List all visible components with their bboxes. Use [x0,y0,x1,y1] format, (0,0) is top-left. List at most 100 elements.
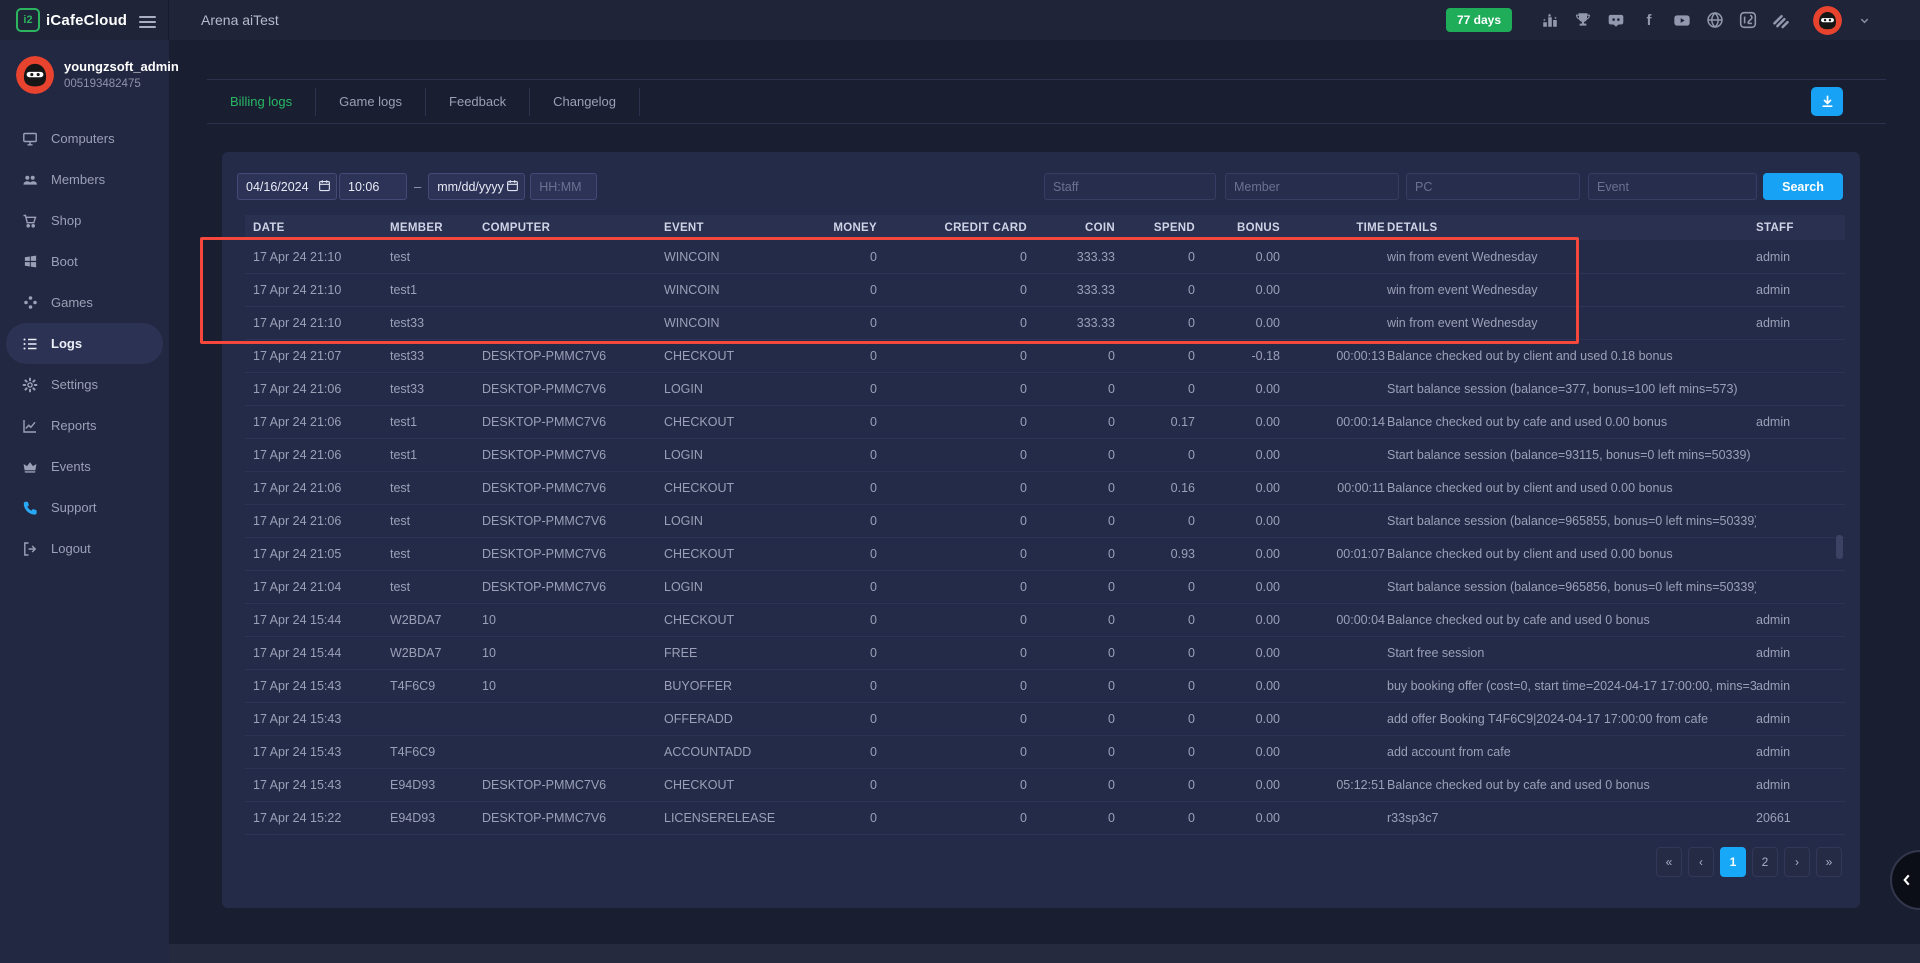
sidebar-item-label: Boot [51,254,78,269]
cell-details: Start balance session (balance=965856, b… [1387,580,1756,594]
discord-icon[interactable] [1607,11,1625,29]
chevron-down-icon[interactable] [1859,15,1870,26]
cell-computer: DESKTOP-PMMC7V6 [482,349,664,363]
chart-icon [22,418,38,434]
sidebar-item-boot[interactable]: Boot [0,241,169,282]
pagination-last-button[interactable]: » [1816,847,1842,877]
cell-bonus: 0.00 [1197,481,1282,495]
cell-credit-card: 0 [879,613,1029,627]
sidebar-item-label: Logout [51,541,91,556]
ranking-icon[interactable] [1541,11,1559,29]
cell-details: Balance checked out by client and used 0… [1387,481,1756,495]
tab-billing-logs[interactable]: Billing logs [207,94,315,109]
cell-event: FREE [664,646,784,660]
time-to-input[interactable] [530,173,597,200]
cell-money: 0 [784,778,879,792]
pagination-prev-button[interactable]: ‹ [1688,847,1714,877]
trophy-icon[interactable] [1574,11,1592,29]
tab-feedback[interactable]: Feedback [426,94,529,109]
cell-money: 0 [784,811,879,825]
cell-spend: 0 [1117,514,1197,528]
cell-details: Start balance session (balance=377, bonu… [1387,382,1756,396]
staff-filter-input[interactable] [1044,173,1216,200]
cell-credit-card: 0 [879,481,1029,495]
table-scrollbar-thumb[interactable] [1836,535,1843,559]
cell-date: 17 Apr 24 15:43 [253,679,390,693]
cell-member: E94D93 [390,811,482,825]
icafe-logo-icon[interactable] [1739,11,1757,29]
youtube-icon[interactable] [1673,11,1691,29]
sidebar-item-events[interactable]: Events [0,446,169,487]
pc-filter-input[interactable] [1406,173,1580,200]
cell-computer: 10 [482,613,664,627]
cell-staff: admin [1756,646,1837,660]
app-root: i2 iCafeCloud Arena aiTest 77 days f [0,0,1920,963]
download-button[interactable] [1811,87,1843,116]
date-to-input[interactable] [428,173,525,200]
bottom-scrollbar-track[interactable] [0,944,1920,963]
cell-coin: 0 [1029,745,1117,759]
cell-bonus: 0.00 [1197,580,1282,594]
cell-member: test [390,250,482,264]
table-row: 17 Apr 24 21:05 test DESKTOP-PMMC7V6 CHE… [245,537,1845,570]
cell-spend: 0 [1117,745,1197,759]
sidebar-item-support[interactable]: Support [0,487,169,528]
collapse-panel-button[interactable] [1890,850,1920,910]
sidebar-item-logout[interactable]: Logout [0,528,169,569]
table-row: 17 Apr 24 21:06 test1 DESKTOP-PMMC7V6 LO… [245,438,1845,471]
sidebar-item-logs[interactable]: Logs [6,323,163,364]
cell-spend: 0 [1117,448,1197,462]
layers-icon[interactable] [1772,11,1790,29]
cell-coin: 0 [1029,646,1117,660]
cell-details: Balance checked out by client and used 0… [1387,547,1756,561]
sidebar-item-settings[interactable]: Settings [0,364,169,405]
table-row: 17 Apr 24 15:43 E94D93 DESKTOP-PMMC7V6 C… [245,768,1845,801]
cell-event: LICENSERELEASE [664,811,784,825]
cell-coin: 0 [1029,382,1117,396]
globe-icon[interactable] [1706,11,1724,29]
list-icon [22,336,38,352]
table-row: 17 Apr 24 15:43 T4F6C9 10 BUYOFFER 0 0 0… [245,669,1845,702]
cell-money: 0 [784,415,879,429]
cell-date: 17 Apr 24 21:07 [253,349,390,363]
time-from-input[interactable] [339,173,407,200]
tab-changelog[interactable]: Changelog [530,94,639,109]
cell-credit-card: 0 [879,514,1029,528]
pagination-next-button[interactable]: › [1784,847,1810,877]
hamburger-menu-icon[interactable] [139,13,156,31]
sidebar-item-shop[interactable]: Shop [0,200,169,241]
sidebar-user: youngzsoft_admin 005193482475 [0,40,169,104]
username: youngzsoft_admin [64,56,179,74]
cell-money: 0 [784,679,879,693]
member-filter-input[interactable] [1225,173,1399,200]
cell-bonus: 0.00 [1197,778,1282,792]
cell-credit-card: 0 [879,415,1029,429]
tab-game-logs[interactable]: Game logs [316,94,425,109]
brand: i2 iCafeCloud [0,0,169,40]
col-date: DATE [253,222,390,234]
cell-date: 17 Apr 24 15:43 [253,778,390,792]
facebook-icon[interactable]: f [1640,11,1658,29]
cell-event: CHECKOUT [664,349,784,363]
user-avatar[interactable] [1813,6,1842,35]
cell-money: 0 [784,382,879,396]
table-row: 17 Apr 24 21:06 test DESKTOP-PMMC7V6 CHE… [245,471,1845,504]
pagination-page-1-button[interactable]: 1 [1720,847,1746,877]
cell-details: Balance checked out by cafe and used 0 b… [1387,613,1756,627]
cell-bonus: 0.00 [1197,712,1282,726]
cell-credit-card: 0 [879,283,1029,297]
pagination-first-button[interactable]: « [1656,847,1682,877]
sidebar-item-members[interactable]: Members [0,159,169,200]
cell-staff: admin [1756,250,1837,264]
search-button[interactable]: Search [1763,173,1843,200]
brand-logo-icon: i2 [16,8,40,32]
days-remaining-badge[interactable]: 77 days [1446,8,1512,32]
pagination-page-2-button[interactable]: 2 [1752,847,1778,877]
sidebar-item-reports[interactable]: Reports [0,405,169,446]
date-from-input[interactable] [237,173,337,200]
sidebar-item-games[interactable]: Games [0,282,169,323]
cell-date: 17 Apr 24 15:44 [253,613,390,627]
event-filter-input[interactable] [1588,173,1757,200]
sidebar-item-computers[interactable]: Computers [0,118,169,159]
col-spend: SPEND [1117,222,1197,234]
